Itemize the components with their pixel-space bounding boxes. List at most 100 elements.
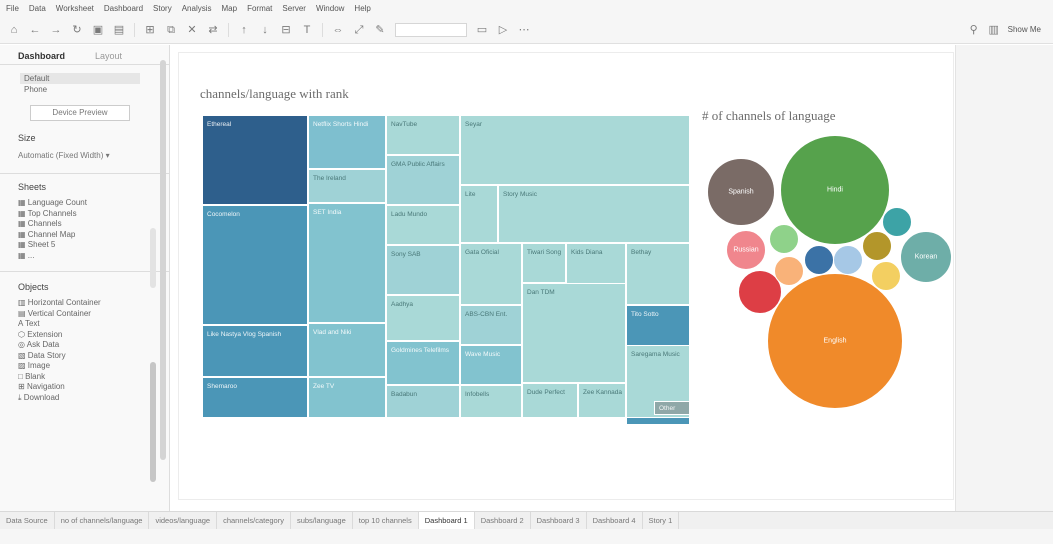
fit-icon[interactable]: ⤢	[353, 24, 365, 36]
object-list-item[interactable]: ▥ Horizontal Container	[0, 298, 169, 309]
treemap-cell[interactable]: Cocomelon	[202, 205, 308, 325]
object-list-item[interactable]: ▤ Vertical Container	[0, 309, 169, 320]
toolbar-input[interactable]	[395, 22, 467, 37]
objects-scrollbar[interactable]	[150, 362, 156, 482]
sheet-tab[interactable]: Story 1	[643, 512, 680, 529]
treemap-cell[interactable]: Lite	[460, 185, 498, 243]
sheet-tab[interactable]: Dashboard 4	[587, 512, 643, 529]
show-me-icon[interactable]: ▥	[988, 24, 1000, 36]
treemap-cell[interactable]: ABS-CBN Ent.	[460, 305, 522, 345]
menu-item[interactable]: Dashboard	[104, 4, 143, 13]
treemap-cell[interactable]: NavTube	[386, 115, 460, 155]
device-item-phone[interactable]: Phone	[20, 84, 140, 95]
save-icon[interactable]: ▣	[92, 24, 104, 36]
treemap-cell[interactable]: Like Nastya Vlog Spanish	[202, 325, 308, 377]
back-icon[interactable]: ←	[29, 24, 41, 36]
menu-item[interactable]: Map	[222, 4, 238, 13]
treemap-cell[interactable]: SET India	[308, 203, 386, 323]
menu-item[interactable]: Worksheet	[56, 4, 94, 13]
treemap-cell[interactable]: Badabun	[386, 385, 460, 418]
treemap-cell[interactable]: Bethay	[626, 243, 690, 305]
treemap-cell[interactable]: Ladu Mundo	[386, 205, 460, 245]
treemap-other-badge[interactable]: Other	[654, 401, 690, 415]
sheet-tab[interactable]: videos/language	[149, 512, 218, 529]
treemap-cell[interactable]: Gata Oficial	[460, 243, 522, 305]
bubble[interactable]	[862, 231, 892, 261]
object-list-item[interactable]: ▧ Data Story	[0, 351, 169, 362]
new-sheet-icon[interactable]: ⊞	[144, 24, 156, 36]
duplicate-icon[interactable]: ⧉	[165, 24, 177, 36]
sheet-tab[interactable]: subs/language	[291, 512, 353, 529]
sheet-tab[interactable]: Dashboard 2	[475, 512, 531, 529]
sheet-tab[interactable]: Data Source	[0, 512, 55, 529]
bubble[interactable]	[871, 261, 901, 291]
tab-layout[interactable]: Layout	[95, 51, 122, 64]
show-me-button[interactable]: Show Me	[1008, 25, 1041, 34]
bubble[interactable]	[833, 245, 863, 275]
sheet-list-item[interactable]: ▦ Channel Map	[0, 230, 169, 241]
sheet-tab[interactable]: Dashboard 1	[418, 512, 475, 529]
label-icon[interactable]: T	[301, 24, 313, 36]
sheet-tab[interactable]: Dashboard 3	[531, 512, 587, 529]
bubble[interactable]	[804, 245, 834, 275]
bubble[interactable]	[882, 207, 912, 237]
treemap-cell[interactable]: Zee TV	[308, 377, 386, 418]
fix-axes-icon[interactable]: ⇔	[332, 24, 344, 36]
treemap-cell[interactable]: Vlad and Niki	[308, 323, 386, 377]
object-list-item[interactable]: ▨ Image	[0, 361, 169, 372]
menu-item[interactable]: File	[6, 4, 19, 13]
sort-desc-icon[interactable]: ↓	[259, 24, 271, 36]
object-list-item[interactable]: ◎ Ask Data	[0, 340, 169, 351]
menu-item[interactable]: Window	[316, 4, 344, 13]
sheet-list-item[interactable]: ▦ Channels	[0, 219, 169, 230]
treemap-cell[interactable]: Infobells	[460, 385, 522, 418]
treemap-cell[interactable]: Aadhya	[386, 295, 460, 341]
sheet-tab[interactable]: channels/category	[217, 512, 291, 529]
device-preview-button[interactable]: Device Preview	[30, 105, 130, 121]
treemap-cell[interactable]: Story Music	[498, 185, 690, 243]
tab-dashboard[interactable]: Dashboard	[18, 51, 65, 64]
treemap-cell[interactable]: Seyar	[460, 115, 690, 185]
treemap-cell[interactable]: Dan TDM	[522, 283, 626, 383]
treemap-cell[interactable]: Tiwari Song	[522, 243, 566, 283]
menu-item[interactable]: Format	[247, 4, 272, 13]
sheet-list-item[interactable]: ▦ Language Count	[0, 198, 169, 209]
treemap-cell[interactable]: Netflix Shorts Hindi	[308, 115, 386, 169]
presentation-icon[interactable]: ▷	[497, 24, 509, 36]
highlight-icon[interactable]: ✎	[374, 24, 386, 36]
menu-item[interactable]: Help	[354, 4, 370, 13]
share-icon[interactable]: ⋯	[518, 24, 530, 36]
forward-icon[interactable]: →	[50, 24, 62, 36]
tooltip-icon[interactable]: ▭	[476, 24, 488, 36]
group-icon[interactable]: ⊟	[280, 24, 292, 36]
object-list-item[interactable]: ⬡ Extension	[0, 330, 169, 341]
panel-scrollbar[interactable]	[160, 60, 166, 460]
object-list-item[interactable]: A Text	[0, 319, 169, 330]
sheet-list-item[interactable]: ▦ ...	[0, 251, 169, 262]
menu-item[interactable]: Story	[153, 4, 172, 13]
sheet-list-item[interactable]: ▦ Top Channels	[0, 209, 169, 220]
sheet-tab[interactable]: no of channels/language	[55, 512, 150, 529]
home-icon[interactable]: ⌂	[8, 24, 20, 36]
sort-asc-icon[interactable]: ↑	[238, 24, 250, 36]
sheet-tab[interactable]: top 10 channels	[353, 512, 419, 529]
object-list-item[interactable]: □ Blank	[0, 372, 169, 383]
menu-item[interactable]: Analysis	[182, 4, 212, 13]
sheet-list-item[interactable]: ▦ Sheet 5	[0, 240, 169, 251]
treemap-cell[interactable]: Ethereal	[202, 115, 308, 205]
treemap-cell[interactable]: Dude Perfect	[522, 383, 578, 418]
menu-item[interactable]: Data	[29, 4, 46, 13]
treemap-cell[interactable]: Goldmines Telefilms	[386, 341, 460, 385]
treemap-cell[interactable]: The Ireland	[308, 169, 386, 203]
object-list-item[interactable]: ⊞ Navigation	[0, 382, 169, 393]
object-list-item[interactable]: ⤓ Download	[0, 393, 169, 404]
menu-item[interactable]: Server	[282, 4, 306, 13]
sheets-scrollbar[interactable]	[150, 228, 156, 288]
redo-icon[interactable]: ↻	[71, 24, 83, 36]
device-item-default[interactable]: Default	[20, 73, 140, 84]
add-data-icon[interactable]: ▤	[113, 24, 125, 36]
treemap-cell[interactable]: Zee Kannada	[578, 383, 626, 418]
treemap-cell[interactable]: GMA Public Affairs	[386, 155, 460, 205]
pin-icon[interactable]: ⚲	[968, 24, 980, 36]
bubble[interactable]	[769, 224, 799, 254]
